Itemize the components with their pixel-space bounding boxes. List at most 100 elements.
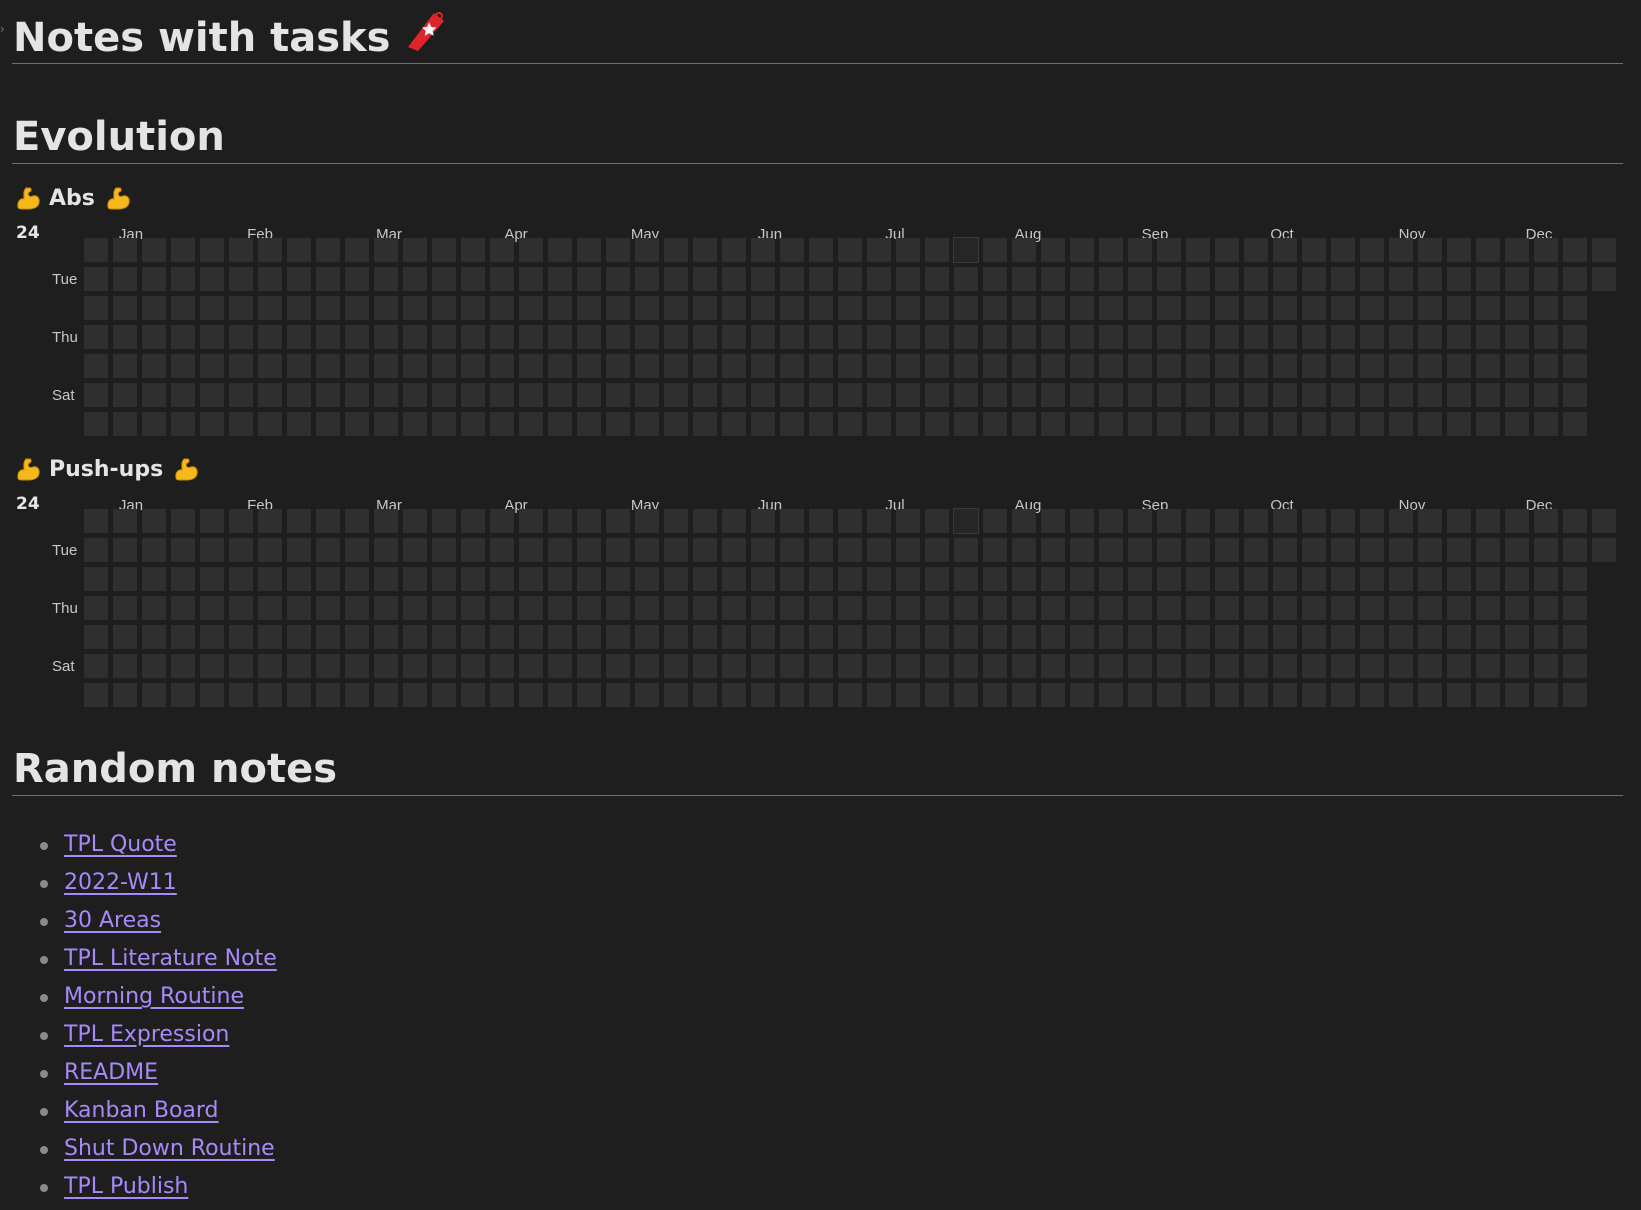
day-cell[interactable]: [432, 238, 456, 262]
day-cell[interactable]: [1563, 509, 1587, 533]
day-cell[interactable]: [200, 267, 224, 291]
day-cell[interactable]: [1563, 654, 1587, 678]
day-cell[interactable]: [229, 267, 253, 291]
day-cell[interactable]: [519, 625, 543, 649]
day-cell[interactable]: [287, 325, 311, 349]
note-link[interactable]: TPL Publish: [64, 1174, 188, 1199]
day-cell[interactable]: [200, 325, 224, 349]
day-cell[interactable]: [1157, 267, 1181, 291]
day-cell[interactable]: [548, 412, 572, 436]
day-cell[interactable]: [1244, 625, 1268, 649]
day-cell[interactable]: [1128, 354, 1152, 378]
day-cell[interactable]: [113, 625, 137, 649]
day-cell[interactable]: [606, 325, 630, 349]
day-cell[interactable]: [84, 412, 108, 436]
day-cell[interactable]: [1476, 538, 1500, 562]
day-cell[interactable]: [1331, 538, 1355, 562]
day-cell[interactable]: [896, 509, 920, 533]
day-cell[interactable]: [1070, 654, 1094, 678]
day-cell[interactable]: [693, 238, 717, 262]
day-cell[interactable]: [1534, 296, 1558, 320]
day-cell[interactable]: [809, 267, 833, 291]
day-cell[interactable]: [287, 625, 311, 649]
day-cell[interactable]: [113, 567, 137, 591]
day-cell[interactable]: [1389, 238, 1413, 262]
day-cell[interactable]: [1041, 325, 1065, 349]
day-cell[interactable]: [1012, 683, 1036, 707]
day-cell[interactable]: [519, 383, 543, 407]
day-cell[interactable]: [1476, 654, 1500, 678]
day-cell[interactable]: [577, 683, 601, 707]
day-cell[interactable]: [1505, 354, 1529, 378]
day-cell[interactable]: [1505, 238, 1529, 262]
day-cell[interactable]: [316, 538, 340, 562]
day-cell[interactable]: [577, 267, 601, 291]
day-cell[interactable]: [1273, 325, 1297, 349]
day-cell[interactable]: [374, 625, 398, 649]
day-cell[interactable]: [867, 625, 891, 649]
day-cell[interactable]: [1041, 538, 1065, 562]
day-cell[interactable]: [1157, 383, 1181, 407]
day-cell[interactable]: [316, 383, 340, 407]
day-cell[interactable]: [1534, 412, 1558, 436]
day-cell[interactable]: [1099, 296, 1123, 320]
day-cell[interactable]: [954, 654, 978, 678]
day-cell[interactable]: [258, 267, 282, 291]
day-cell[interactable]: [1186, 596, 1210, 620]
day-cell[interactable]: [287, 654, 311, 678]
day-cell[interactable]: [1273, 683, 1297, 707]
day-cell[interactable]: [1418, 296, 1442, 320]
day-cell[interactable]: [780, 412, 804, 436]
day-cell[interactable]: [896, 238, 920, 262]
day-cell[interactable]: [229, 296, 253, 320]
day-cell[interactable]: [432, 596, 456, 620]
day-cell[interactable]: [403, 296, 427, 320]
day-cell[interactable]: [490, 538, 514, 562]
day-cell[interactable]: [200, 354, 224, 378]
day-cell[interactable]: [867, 509, 891, 533]
day-cell[interactable]: [1099, 567, 1123, 591]
day-cell[interactable]: [374, 596, 398, 620]
day-cell[interactable]: [809, 325, 833, 349]
day-cell[interactable]: [1447, 296, 1471, 320]
day-cell[interactable]: [1418, 538, 1442, 562]
day-cell[interactable]: [983, 596, 1007, 620]
day-cell[interactable]: [1157, 238, 1181, 262]
day-cell[interactable]: [432, 412, 456, 436]
day-cell[interactable]: [577, 654, 601, 678]
day-cell[interactable]: [258, 383, 282, 407]
day-cell[interactable]: [838, 538, 862, 562]
day-cell[interactable]: [1273, 238, 1297, 262]
day-cell[interactable]: [1157, 354, 1181, 378]
day-cell[interactable]: [519, 567, 543, 591]
day-cell[interactable]: [1070, 412, 1094, 436]
day-cell[interactable]: [780, 383, 804, 407]
day-cell[interactable]: [229, 538, 253, 562]
day-cell[interactable]: [1418, 596, 1442, 620]
day-cell[interactable]: [1447, 683, 1471, 707]
day-cell[interactable]: [1041, 354, 1065, 378]
day-cell[interactable]: [171, 383, 195, 407]
day-cell[interactable]: [287, 296, 311, 320]
day-cell[interactable]: [693, 383, 717, 407]
day-cell[interactable]: [432, 654, 456, 678]
day-cell[interactable]: [838, 325, 862, 349]
day-cell[interactable]: [1505, 625, 1529, 649]
day-cell[interactable]: [1273, 567, 1297, 591]
day-cell[interactable]: [519, 325, 543, 349]
day-cell[interactable]: [84, 683, 108, 707]
day-cell[interactable]: [1099, 538, 1123, 562]
day-cell[interactable]: [1447, 238, 1471, 262]
day-cell[interactable]: [258, 296, 282, 320]
day-cell[interactable]: [722, 325, 746, 349]
day-cell[interactable]: [1447, 509, 1471, 533]
day-cell[interactable]: [1041, 267, 1065, 291]
day-cell[interactable]: [1273, 267, 1297, 291]
day-cell[interactable]: [229, 596, 253, 620]
day-cell[interactable]: [1302, 325, 1326, 349]
day-cell[interactable]: [983, 683, 1007, 707]
day-cell[interactable]: [490, 596, 514, 620]
day-cell[interactable]: [432, 625, 456, 649]
day-cell[interactable]: [171, 296, 195, 320]
day-cell[interactable]: [113, 354, 137, 378]
